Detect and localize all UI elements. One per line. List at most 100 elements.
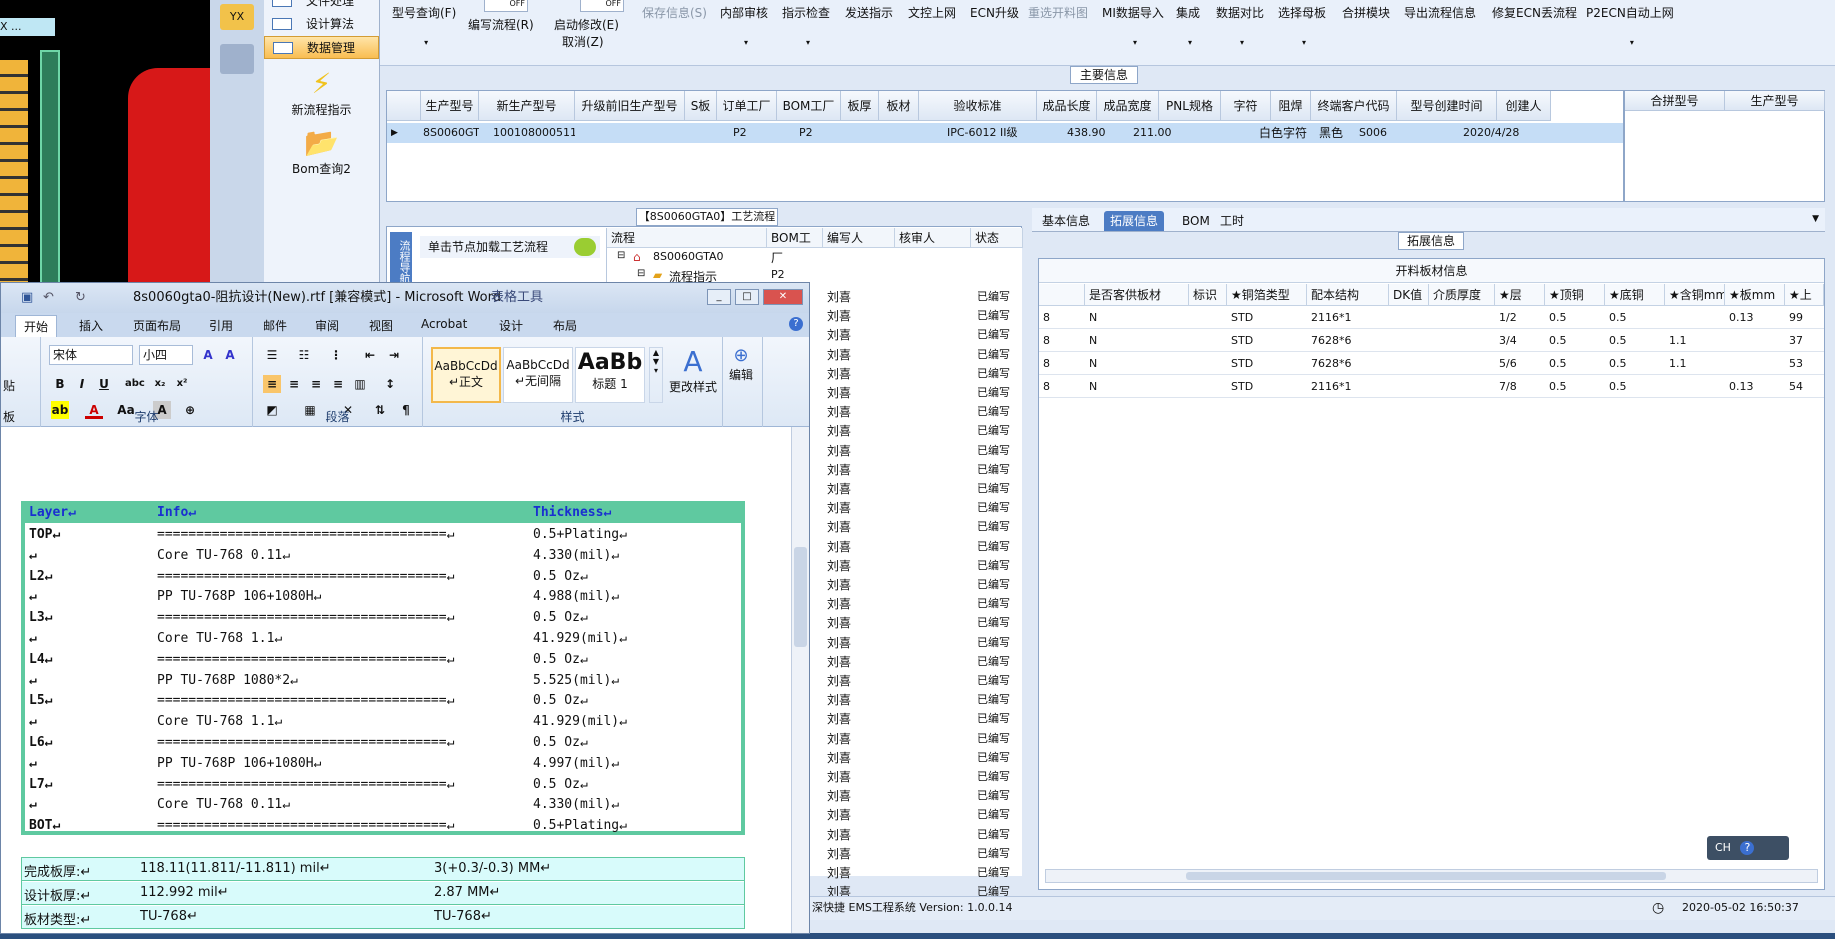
toggle-switch[interactable]: OFF [580, 0, 624, 12]
column-header[interactable]: 验收标准 [919, 91, 1037, 121]
column-header[interactable]: PNL规格 [1159, 91, 1221, 121]
column-header[interactable]: 终端客户代码 [1311, 91, 1397, 121]
tab-mailings[interactable]: 邮件 [263, 317, 287, 334]
column-header[interactable]: 核审人 [895, 228, 971, 248]
column-header[interactable]: BOM工厂 [767, 228, 823, 265]
load-process-button[interactable]: 单击节点加载工艺流程 [420, 236, 600, 258]
help-icon[interactable]: ? [1740, 841, 1755, 855]
toolbar-save-info[interactable]: 保存信息(S) [642, 4, 707, 21]
column-header[interactable]: DK值 [1389, 284, 1429, 306]
toolbar-reselect-cut[interactable]: 重选开料图 [1028, 4, 1088, 21]
strikethrough-button[interactable]: abc [125, 375, 145, 393]
bom-query-button[interactable]: 📂 Bom查询2 [264, 126, 379, 177]
column-header[interactable]: 板厚 [841, 91, 879, 121]
tab-insert[interactable]: 插入 [79, 317, 103, 334]
collapse-icon[interactable]: ⊟ [617, 250, 625, 261]
column-header[interactable]: 合拼型号 [1625, 91, 1725, 111]
column-header[interactable]: 是否客供板材 [1085, 284, 1189, 306]
superscript-button[interactable]: x² [173, 375, 191, 393]
tab-basic-info[interactable]: 基本信息 [1036, 211, 1096, 231]
save-icon[interactable]: ▣ [21, 283, 33, 313]
toolbar-cancel-label[interactable]: 取消(Z) [562, 33, 624, 50]
collapse-icon[interactable]: ⊟ [637, 268, 645, 279]
italic-button[interactable]: I [73, 375, 91, 393]
tab-acrobat[interactable]: Acrobat [421, 317, 467, 331]
column-header[interactable]: ★铜箔类型 [1227, 284, 1307, 306]
column-header[interactable]: 成品长度 [1037, 91, 1097, 121]
toolbar-select-mother[interactable]: 选择母板 ▾ [1278, 4, 1326, 47]
machine-icon[interactable] [220, 44, 254, 74]
column-header[interactable]: 介质厚度 [1429, 284, 1495, 306]
table-row[interactable]: 8 N STD 7628*6 5/6 0.5 0.5 1.1 53 [1039, 353, 1824, 375]
toolbar-data-compare[interactable]: 数据对比 ▾ [1216, 4, 1264, 47]
tree-node-root[interactable]: ⊟ ⌂ 8S0060GTA0 [607, 250, 1023, 269]
nav-item-algorithm[interactable]: 设计算法 [264, 13, 379, 36]
line-spacing-icon[interactable]: ↕ [381, 375, 399, 393]
help-icon[interactable]: ? [789, 317, 803, 331]
distributed-icon[interactable]: ▥ [351, 375, 369, 393]
toolbar-doc-online[interactable]: 文控上网 [908, 4, 956, 21]
column-header[interactable]: 编写人 [823, 228, 895, 248]
column-header[interactable]: 配本结构 [1307, 284, 1389, 306]
tab-review[interactable]: 审阅 [315, 317, 339, 334]
toolbar-write-process[interactable]: OFF 编写流程(R) [468, 0, 534, 33]
align-center-icon[interactable]: ≡ [285, 375, 303, 393]
shrink-font-icon[interactable]: A [221, 346, 239, 364]
tab-bom[interactable]: BOM [1176, 211, 1216, 231]
toolbar-integrate[interactable]: 集成 ▾ [1176, 4, 1200, 47]
align-right-icon[interactable]: ≡ [307, 375, 325, 393]
column-header[interactable]: 创建人 [1497, 91, 1551, 121]
toolbar-model-query[interactable]: 型号查询(F) ▾ [392, 4, 456, 47]
editing-button[interactable]: ⊕ 编辑 [729, 345, 753, 383]
toolbar-start-modify[interactable]: OFF 启动修改(E) 取消(Z) [554, 0, 624, 50]
table-row[interactable]: 8 N STD 7628*6 3/4 0.5 0.5 1.1 37 [1039, 330, 1824, 352]
column-header[interactable]: 字符 [1221, 91, 1271, 121]
column-header[interactable]: ★层 [1495, 284, 1545, 306]
redo-icon[interactable]: ↻ [75, 283, 86, 313]
tab-design[interactable]: 设计 [499, 317, 523, 334]
column-header[interactable]: 生产型号 [1725, 91, 1825, 111]
column-header[interactable]: ★板mm [1725, 284, 1785, 306]
column-header[interactable]: 标识 [1189, 284, 1227, 306]
tab-home[interactable]: 开始 [15, 315, 58, 337]
table-row[interactable]: 8 N STD 2116*1 1/2 0.5 0.5 0.13 99 [1039, 307, 1824, 329]
column-header[interactable]: ★上 [1785, 284, 1824, 306]
justify-icon[interactable]: ≡ [329, 375, 347, 393]
tab-page-layout[interactable]: 页面布局 [133, 317, 181, 334]
align-left-icon[interactable]: ≡ [263, 375, 281, 393]
close-button[interactable]: ✕ [763, 289, 803, 305]
column-header[interactable]: BOM工厂 [777, 91, 841, 121]
toolbar-fix-ecn[interactable]: 修复ECN丢流程 [1492, 4, 1577, 21]
grow-font-icon[interactable]: A [199, 346, 217, 364]
font-name-select[interactable]: 宋体 [49, 345, 133, 365]
column-header[interactable] [1039, 284, 1085, 306]
column-header[interactable]: 状态 [971, 228, 1023, 248]
table-row[interactable]: 8 N STD 2116*1 7/8 0.5 0.5 0.13 54 [1039, 376, 1824, 398]
toolbar-export-process[interactable]: 导出流程信息 [1404, 4, 1476, 21]
toolbar-p2ecn-online[interactable]: P2ECN自动上网 ▾ [1586, 4, 1674, 47]
scroll-thumb[interactable] [1186, 872, 1666, 880]
ime-indicator[interactable]: CH ? [1707, 836, 1789, 860]
subscript-button[interactable]: x₂ [151, 375, 169, 393]
minimize-button[interactable]: _ [707, 289, 731, 305]
tab-view[interactable]: 视图 [369, 317, 393, 334]
column-header[interactable]: ★顶铜 [1545, 284, 1605, 306]
vertical-scrollbar[interactable] [791, 427, 809, 933]
toolbar-ecn-upgrade[interactable]: ECN升级 [970, 4, 1019, 21]
column-header[interactable]: S板 [685, 91, 717, 121]
column-header[interactable]: 订单工厂 [717, 91, 777, 121]
column-header[interactable]: 阻焊 [1271, 91, 1311, 121]
nav-item-file[interactable]: 文件处理 [264, 0, 379, 13]
chevron-down-icon[interactable]: ▼ [1812, 214, 1819, 224]
column-header[interactable]: 流程 [607, 228, 767, 248]
toolbar-mi-import[interactable]: MI数据导入 ▾ [1102, 4, 1164, 47]
numbered-list-icon[interactable]: ☷ [295, 346, 313, 364]
column-header[interactable]: 生产型号 [421, 91, 479, 121]
change-styles-button[interactable]: A 更改样式 [665, 345, 721, 395]
column-header[interactable]: 型号创建时间 [1397, 91, 1497, 121]
maximize-button[interactable]: □ [735, 289, 759, 305]
nav-item-data[interactable]: 数据管理 [264, 36, 379, 59]
increase-indent-icon[interactable]: ⇥ [385, 346, 403, 364]
tab-layout[interactable]: 布局 [553, 317, 577, 334]
table-row[interactable]: ▶ 8S0060GTA0 10010800051139 P2 P2 IPC-60… [387, 123, 1623, 143]
